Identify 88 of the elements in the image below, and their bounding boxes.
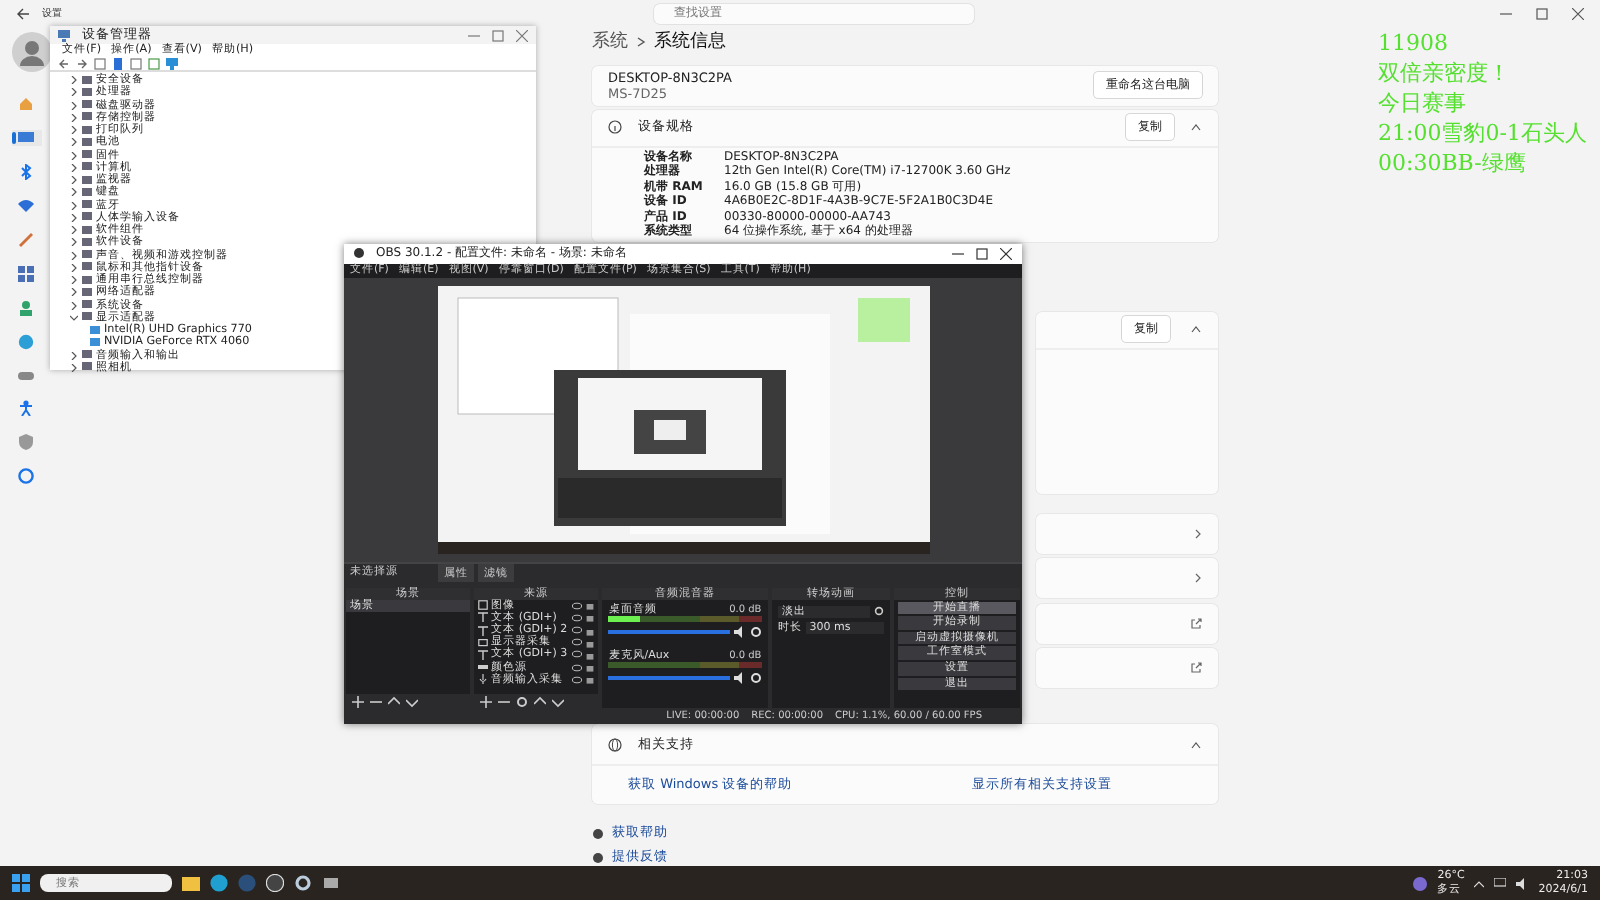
chevron-icon[interactable] (1190, 324, 1202, 334)
up-icon[interactable] (533, 695, 546, 708)
text-source-icon (477, 649, 488, 660)
close-icon[interactable] (1572, 7, 1584, 20)
system-icon (18, 130, 34, 147)
back-icon[interactable] (16, 7, 30, 20)
maximize-icon[interactable] (976, 247, 988, 260)
info-icon (608, 120, 622, 134)
home-icon (18, 96, 34, 113)
expander-icon[interactable] (70, 126, 78, 135)
folder-icon[interactable] (182, 874, 200, 892)
overlay-text: 00:30BB-绿鹰 (1378, 148, 1528, 178)
minimize-icon[interactable] (952, 247, 964, 260)
external-link-icon (1190, 617, 1202, 629)
audio-source-icon (477, 674, 488, 685)
network-icon[interactable] (1494, 877, 1507, 889)
chevron-icon[interactable] (1190, 122, 1202, 132)
tool-icon[interactable] (322, 874, 340, 892)
expander-icon[interactable] (70, 313, 78, 322)
update-icon (18, 468, 34, 485)
add-icon[interactable] (479, 695, 492, 708)
chevron-icon (636, 35, 646, 47)
overlay-text: 今日赛事 (1378, 88, 1468, 118)
settings-icon[interactable] (749, 625, 762, 638)
person-icon (18, 400, 34, 417)
computer-icon (58, 29, 70, 41)
expander-icon[interactable] (70, 251, 78, 260)
down-icon[interactable] (551, 695, 564, 708)
settings-icon[interactable] (749, 672, 762, 684)
chevron-icon (1194, 527, 1202, 539)
minimize-icon[interactable] (1500, 7, 1512, 20)
account-icon (18, 299, 34, 316)
nav-item[interactable] (12, 130, 42, 147)
maximize-icon[interactable] (492, 29, 504, 41)
expander-icon[interactable] (70, 188, 78, 197)
page-title: 系统信息 (654, 29, 726, 54)
overlay-text: 双倍亲密度！ (1378, 58, 1512, 88)
apps-icon (18, 265, 34, 282)
breadcrumb-link[interactable]: 系统 (592, 28, 628, 54)
up-icon[interactable] (388, 695, 400, 708)
expander-icon[interactable] (70, 363, 78, 372)
display-source-icon (477, 637, 488, 648)
expander-icon[interactable] (70, 238, 78, 247)
pen-icon (18, 231, 34, 248)
expander-icon[interactable] (70, 301, 78, 310)
settings-icon[interactable] (874, 606, 885, 617)
expander-icon[interactable] (70, 351, 78, 360)
external-link-icon (1190, 662, 1202, 674)
app-icon (354, 248, 364, 259)
expander-icon[interactable] (70, 76, 78, 85)
expander-icon[interactable] (70, 101, 78, 110)
image-source-icon (477, 600, 488, 611)
maximize-icon[interactable] (1536, 7, 1548, 20)
overlay-text: 11908 (1378, 28, 1450, 58)
down-icon[interactable] (406, 695, 418, 708)
speaker-icon[interactable] (1516, 877, 1529, 889)
expander-icon[interactable] (70, 288, 78, 297)
expander-icon[interactable] (70, 226, 78, 235)
overlay-text: 21:00雪豹0-1石头人 (1378, 118, 1587, 148)
remove-icon[interactable] (497, 695, 510, 708)
grid-icon[interactable] (130, 58, 142, 70)
remove-icon[interactable] (370, 695, 382, 708)
back-icon[interactable] (58, 58, 70, 70)
expander-icon[interactable] (70, 276, 78, 285)
color-source-icon (477, 662, 488, 673)
expander-icon[interactable] (70, 163, 78, 172)
expander-icon[interactable] (70, 88, 78, 97)
expander-icon[interactable] (70, 201, 78, 210)
expander-icon[interactable] (70, 176, 78, 185)
network-icon (18, 198, 34, 215)
monitor-icon[interactable] (166, 58, 178, 70)
expander-icon[interactable] (70, 263, 78, 272)
grid-icon[interactable] (94, 58, 106, 70)
speaker-icon[interactable] (733, 672, 746, 684)
chevron-icon (1194, 572, 1202, 584)
forward-icon[interactable] (76, 58, 88, 70)
add-icon[interactable] (352, 695, 364, 708)
expander-icon[interactable] (70, 138, 78, 147)
close-icon[interactable] (1000, 247, 1012, 260)
shield-icon (18, 434, 34, 451)
bluetooth-icon (18, 164, 34, 181)
settings-icon[interactable] (515, 695, 528, 708)
expander-icon[interactable] (70, 151, 78, 160)
chevron-icon[interactable] (1190, 739, 1202, 749)
expander-icon[interactable] (70, 213, 78, 222)
avatar-icon (12, 31, 52, 71)
start-icon[interactable] (12, 874, 30, 892)
expander-icon[interactable] (70, 113, 78, 122)
